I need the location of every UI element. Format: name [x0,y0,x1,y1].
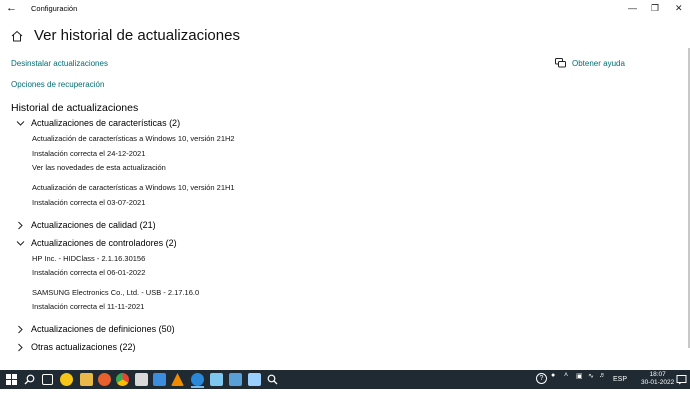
group-feature-updates[interactable]: Actualizaciones de características (2) [16,118,180,128]
update-name: Actualización de características a Windo… [32,134,235,143]
history-title: Historial de actualizaciones [11,102,139,114]
group-label: Actualizaciones de controladores (2) [31,238,177,248]
chrome-icon[interactable] [116,373,129,386]
group-label: Actualizaciones de calidad (21) [31,220,156,230]
minimize-icon[interactable]: — [628,3,637,13]
chevron-right-icon [18,343,23,351]
network-icon[interactable]: ▣ [576,372,583,380]
chevron-right-icon [18,221,23,229]
tray-app-icon[interactable]: ● [551,372,555,379]
vlc-icon[interactable] [171,373,184,386]
page-title: Ver historial de actualizaciones [34,27,240,44]
update-status: Instalación correcta el 06-01-2022 [32,268,146,277]
back-arrow-icon[interactable]: ← [6,2,17,14]
chevron-right-icon [18,325,23,333]
help-chat-icon [555,58,566,68]
group-label: Actualizaciones de definiciones (50) [31,324,175,334]
update-name: HP Inc. - HIDClass - 2.1.16.30156 [32,254,146,263]
group-definition-updates[interactable]: Actualizaciones de definiciones (50) [16,324,175,334]
app-icon[interactable] [153,373,166,386]
update-status: Instalación correcta el 24-12-2021 [32,149,146,158]
group-label: Otras actualizaciones (22) [31,342,136,352]
update-status: Instalación correcta el 11-11-2021 [32,302,145,311]
group-label: Actualizaciones de características (2) [31,118,181,128]
update-name: Actualización de características a Windo… [32,183,235,192]
home-icon[interactable] [11,30,23,42]
app-icon[interactable] [210,373,223,386]
clock-date: 30-01-2022 [641,379,675,386]
wifi-icon[interactable]: ∿ [588,372,594,380]
recovery-options-link[interactable]: Opciones de recuperación [11,80,104,89]
search-icon[interactable] [24,374,35,385]
whats-new-link[interactable]: Ver las novedades de esta actualización [32,163,166,172]
group-quality-updates[interactable]: Actualizaciones de calidad (21) [16,220,156,230]
active-app-indicator [191,386,204,388]
volume-icon[interactable]: ♬ [599,372,606,379]
maximize-icon[interactable]: ❐ [651,3,659,14]
windows-start-icon[interactable] [6,374,17,385]
help-question-icon[interactable]: ? [536,373,547,384]
search-app-icon[interactable] [267,374,278,385]
get-help[interactable]: Obtener ayuda [555,58,625,69]
firefox-icon[interactable] [98,373,111,386]
chevron-up-icon[interactable]: ˄ [564,372,568,379]
group-driver-updates[interactable]: Actualizaciones de controladores (2) [16,238,177,248]
app-icon[interactable] [229,373,242,386]
update-status: Instalación correcta el 03-07-2021 [32,198,146,207]
bottom-margin [0,389,690,404]
uninstall-updates-link[interactable]: Desinstalar actualizaciones [11,59,108,68]
taskbar: ? ● ˄ ▣ ∿ ♬ ESP 18:07 30-01-2022 [0,370,690,389]
settings-gear-icon[interactable] [191,373,204,386]
chevron-down-icon [16,240,25,246]
app-icon[interactable] [135,373,148,386]
chevron-down-icon [16,120,25,126]
task-view-icon[interactable] [42,374,53,385]
file-explorer-icon[interactable] [80,373,93,386]
app-icon[interactable] [248,373,261,386]
norton-icon[interactable] [60,373,73,386]
group-other-updates[interactable]: Otras actualizaciones (22) [16,342,136,352]
notifications-icon[interactable] [676,374,687,385]
close-icon[interactable]: ✕ [675,3,683,14]
get-help-link[interactable]: Obtener ayuda [572,59,625,68]
update-name: SAMSUNG Electronics Co., Ltd. - USB - 2.… [32,288,200,297]
title-bar: ← Configuración — ❐ ✕ [0,0,690,18]
clock-time: 18:07 [649,371,666,378]
language-indicator[interactable]: ESP [613,376,627,383]
clock[interactable]: 18:07 30-01-2022 [641,371,674,387]
window-title: Configuración [31,4,78,13]
